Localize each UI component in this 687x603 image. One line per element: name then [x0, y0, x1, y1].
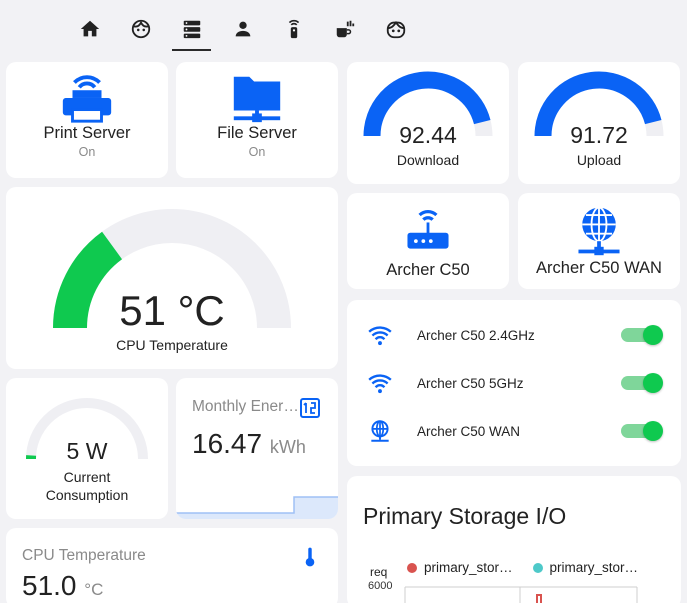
print-server-state: On [78, 145, 96, 159]
thermometer-icon [305, 547, 315, 567]
toggle-switch[interactable] [621, 373, 663, 393]
consumption-value: 5 W [66, 438, 108, 464]
dashboard-tab-bar [64, 6, 421, 52]
switch-row-archer-5ghz[interactable]: Archer C50 5GHz [367, 365, 665, 401]
storage-io-plot [404, 586, 638, 603]
tab-home[interactable] [64, 6, 115, 52]
remote-icon [288, 19, 299, 39]
printer-icon [62, 75, 112, 123]
switch-label: Archer C50 2.4GHz [417, 327, 535, 343]
cpu-temperature-sensor-card[interactable]: CPU Temperature 51.0 °C [6, 528, 338, 603]
coffee-icon [336, 20, 354, 38]
consumption-label: Current Consumption [6, 468, 168, 504]
download-value: 92.44 [399, 122, 457, 148]
toggle-switch[interactable] [621, 421, 663, 441]
cpu-sensor-value: 51.0 [22, 570, 77, 601]
switch-row-archer-2-4ghz[interactable]: Archer C50 2.4GHz [367, 317, 665, 353]
router-icon [407, 210, 449, 249]
archer-c50-card[interactable]: Archer C50 [347, 193, 509, 289]
upload-value: 91.72 [570, 122, 628, 148]
home-icon [80, 20, 99, 37]
switches-card: Archer C50 2.4GHz Archer C50 5GHz Archer… [347, 300, 681, 466]
download-gauge-card[interactable]: 92.44 Download [347, 62, 509, 184]
monthly-energy-title: Monthly Ener… [192, 398, 299, 415]
current-consumption-card[interactable]: 5 W Current Consumption [6, 378, 168, 519]
primary-storage-io-card[interactable]: Primary Storage I/O primary_stor… primar… [347, 476, 681, 603]
cpu-sensor-reading: 51.0 °C [22, 570, 103, 602]
wifi-icon [368, 374, 392, 394]
cpu-sensor-unit: °C [84, 580, 104, 599]
toggle-knob [643, 325, 663, 345]
print-server-card[interactable]: Print Server On [6, 62, 168, 178]
upload-label: Upload [576, 152, 622, 168]
face-icon [131, 19, 150, 39]
upload-gauge-card[interactable]: 91.72 Upload [518, 62, 680, 184]
tab-servers[interactable] [166, 6, 217, 52]
switch-label: Archer C50 5GHz [417, 375, 524, 391]
monthly-energy-card[interactable]: Monthly Ener… 16.47 kWh [176, 378, 338, 519]
monthly-energy-value: 16.47 [192, 428, 263, 459]
folder-network-icon [233, 76, 281, 123]
switch-row-archer-wan[interactable]: Archer C50 WAN [367, 413, 665, 449]
print-server-name: Print Server [43, 124, 131, 142]
server-icon [183, 20, 200, 39]
file-server-name: File Server [217, 124, 297, 142]
monthly-energy-sparkline [176, 496, 338, 519]
consumption-label-line2: Consumption [45, 487, 129, 503]
file-server-card[interactable]: File Server On [176, 62, 338, 178]
toggle-switch[interactable] [621, 325, 663, 345]
archer-c50-name: Archer C50 [386, 261, 470, 279]
toggle-knob [643, 373, 663, 393]
tab-remote[interactable] [268, 6, 319, 52]
globe-network-icon [371, 420, 389, 442]
monthly-energy-reading: 16.47 kWh [192, 428, 306, 460]
tab-coffee[interactable] [319, 6, 370, 52]
cpu-temperature-label: CPU Temperature [116, 337, 228, 353]
archer-c50-wan-card[interactable]: Archer C50 WAN [518, 193, 680, 289]
tab-face[interactable] [115, 6, 166, 52]
toggle-knob [643, 421, 663, 441]
tab-robot[interactable] [370, 6, 421, 52]
person-icon [235, 21, 250, 37]
tab-person[interactable] [217, 6, 268, 52]
monthly-energy-unit: kWh [269, 437, 306, 457]
robot-icon [386, 21, 405, 39]
globe-network-icon [578, 206, 620, 256]
cpu-sensor-title: CPU Temperature [22, 547, 146, 564]
wifi-icon [368, 326, 392, 346]
cpu-temperature-value: 51 °C [119, 287, 225, 334]
archer-c50-wan-name: Archer C50 WAN [536, 259, 662, 277]
series-1-line [536, 594, 542, 603]
download-label: Download [396, 152, 460, 168]
file-server-state: On [248, 145, 266, 159]
switch-label: Archer C50 WAN [417, 423, 521, 439]
cpu-temperature-gauge-card[interactable]: 51 °C CPU Temperature [6, 187, 338, 369]
consumption-label-line1: Current [63, 469, 111, 485]
numeric-icon [300, 398, 320, 418]
